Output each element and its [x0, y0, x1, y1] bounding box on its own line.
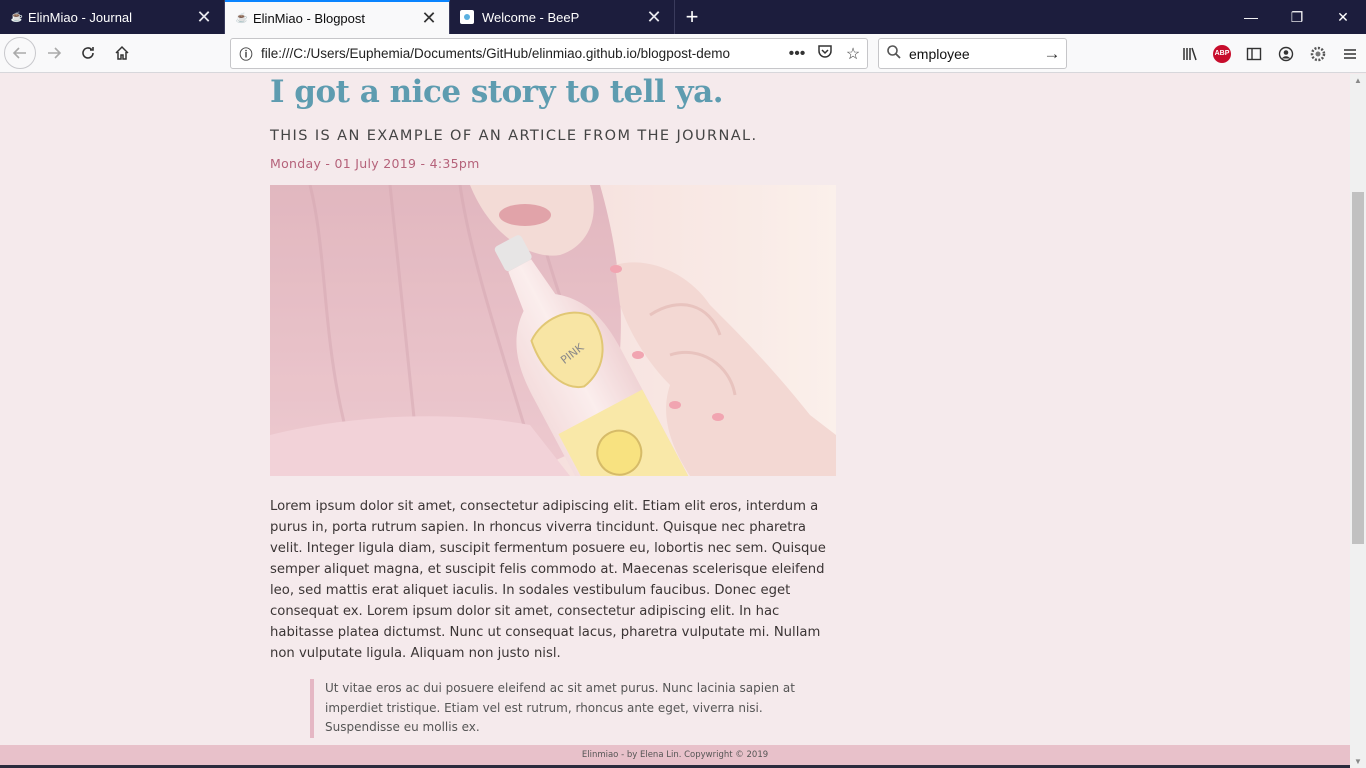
search-go-icon[interactable]: → [1038, 44, 1066, 64]
pocket-icon[interactable] [811, 43, 839, 64]
new-tab-button[interactable]: + [675, 0, 709, 34]
article-hero-image: PINK [270, 185, 836, 476]
teapot-icon: ☕ [10, 11, 24, 23]
home-icon [115, 45, 129, 60]
close-icon[interactable]: ✕ [419, 8, 439, 29]
tab-title: ElinMiao - Journal [28, 9, 133, 25]
tab-title: ElinMiao - Blogpost [253, 10, 365, 26]
info-icon[interactable]: ⓘ [231, 44, 261, 63]
scrollbar-thumb[interactable] [1352, 192, 1364, 544]
library-icon[interactable] [1174, 38, 1206, 69]
url-text[interactable]: file:///C:/Users/Euphemia/Documents/GitH… [261, 46, 783, 61]
scroll-down-arrow-icon[interactable]: ▼ [1350, 757, 1366, 766]
tab-journal[interactable]: ☕ ElinMiao - Journal ✕ [0, 0, 225, 34]
window-controls: — ❐ ✕ [1228, 0, 1366, 34]
search-icon [879, 44, 909, 64]
tab-blogpost[interactable]: ☕ ElinMiao - Blogpost ✕ [225, 0, 450, 34]
back-button[interactable] [4, 37, 36, 69]
forward-arrow-icon [48, 47, 62, 59]
teapot-icon: ☕ [235, 12, 249, 24]
menu-icon[interactable] [1334, 38, 1366, 69]
back-arrow-icon [12, 47, 26, 59]
sidebar-icon[interactable] [1238, 38, 1270, 69]
search-bar[interactable]: → [878, 38, 1067, 69]
adblock-plus-icon[interactable]: ABP [1206, 38, 1238, 69]
page-footer: Elinmiao - by Elena Lin. Copywright © 20… [0, 745, 1350, 765]
bee-icon [460, 10, 474, 24]
article-date: Monday - 01 July 2019 - 4:35pm [270, 156, 480, 171]
restore-button[interactable]: ❐ [1274, 0, 1320, 34]
extension-gear-icon[interactable] [1302, 38, 1334, 69]
vertical-scrollbar[interactable]: ▲ ▼ [1350, 74, 1366, 768]
close-icon[interactable]: ✕ [644, 7, 664, 28]
home-button[interactable] [106, 37, 138, 69]
account-icon[interactable] [1270, 38, 1302, 69]
page-viewport: I got a nice story to tell ya. THIS IS A… [0, 74, 1350, 745]
minimize-button[interactable]: — [1228, 0, 1274, 34]
footer-text: Elinmiao - by Elena Lin. Copywright © 20… [581, 750, 769, 760]
close-icon[interactable]: ✕ [194, 7, 214, 28]
tab-title: Welcome - BeeP [482, 9, 580, 25]
scroll-up-arrow-icon[interactable]: ▲ [1350, 76, 1366, 85]
reload-button[interactable] [72, 37, 104, 69]
reload-icon [82, 47, 94, 59]
tab-beep[interactable]: Welcome - BeeP ✕ [450, 0, 675, 34]
bookmark-star-icon[interactable]: ☆ [839, 44, 867, 64]
toolbar-icons: ABP [1174, 38, 1366, 69]
article-title: I got a nice story to tell ya. [270, 74, 724, 110]
article-body: Lorem ipsum dolor sit amet, consectetur … [270, 499, 826, 661]
article-subtitle: THIS IS AN EXAMPLE OF AN ARTICLE FROM TH… [270, 128, 758, 144]
tab-strip: ☕ ElinMiao - Journal ✕ ☕ ElinMiao - Blog… [0, 0, 1366, 34]
page-actions-icon[interactable]: ••• [783, 45, 811, 63]
url-bar[interactable]: ⓘ file:///C:/Users/Euphemia/Documents/Gi… [230, 38, 868, 69]
close-window-button[interactable]: ✕ [1320, 0, 1366, 34]
forward-button[interactable] [38, 37, 70, 69]
article-blockquote: Ut vitae eros ac dui posuere eleifend ac… [310, 679, 810, 738]
navigation-toolbar: ⓘ file:///C:/Users/Euphemia/Documents/Gi… [0, 34, 1366, 73]
search-input[interactable] [909, 45, 1038, 62]
